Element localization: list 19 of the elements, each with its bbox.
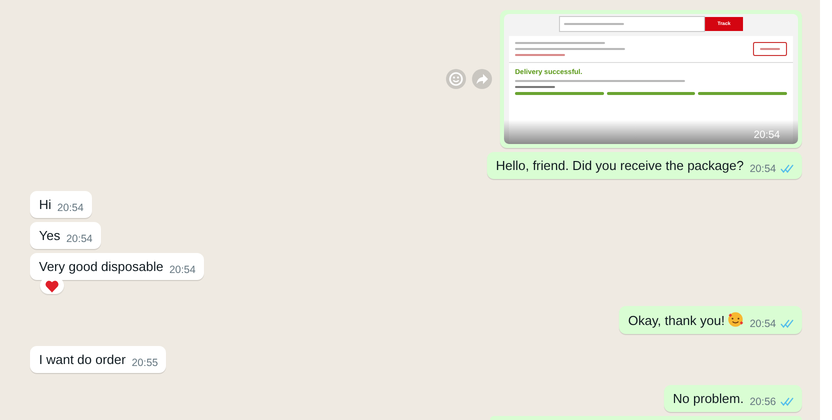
message-time: 20:55 — [132, 357, 158, 369]
message-text: Hello, friend. Did you receive the package? — [496, 157, 744, 175]
message-time: 20:54 — [66, 233, 92, 245]
heart-reaction-icon[interactable] — [40, 277, 64, 294]
message-text: Very good disposable — [39, 258, 164, 276]
message-time: 20:54 — [57, 202, 84, 214]
message-time: 20:54 — [750, 318, 776, 330]
forward-icon[interactable] — [472, 69, 492, 89]
message-time: 20:54 — [750, 163, 776, 175]
message-text: I want do order — [39, 351, 126, 369]
emoji-icon[interactable] — [446, 69, 466, 89]
message-time: 20:54 — [754, 129, 780, 141]
print-button-drawing — [753, 42, 787, 56]
message-text: Okay, thank you! — [628, 312, 725, 330]
message-text: Hi — [39, 196, 52, 214]
message-text: Yes — [39, 227, 60, 245]
message-time: 20:54 — [169, 264, 196, 276]
message-time: 20:56 — [750, 396, 776, 408]
message-text: No problem. — [672, 390, 744, 408]
